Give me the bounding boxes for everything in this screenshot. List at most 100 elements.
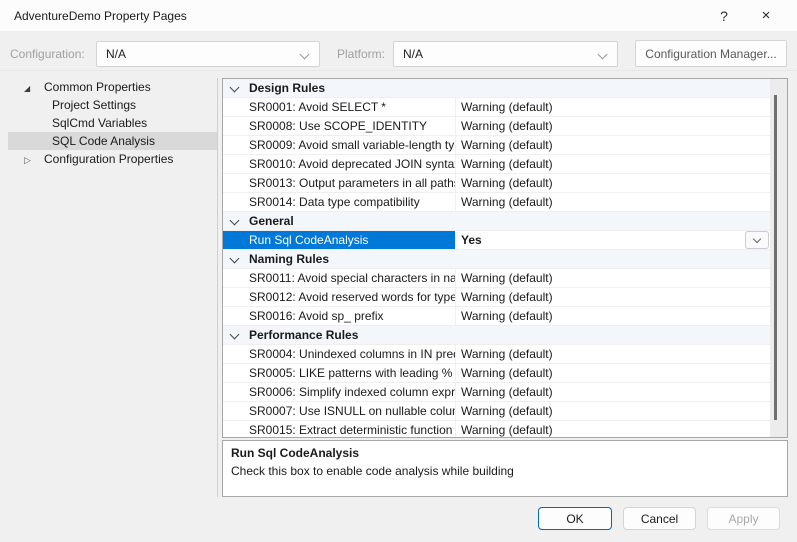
platform-dropdown[interactable]: N/A [393,41,618,67]
setting-value[interactable]: Warning (default) [456,421,770,438]
setting-value[interactable]: Warning (default) [456,307,770,325]
category-label: General [249,214,294,228]
grid-row: SR0011: Avoid special characters in nam W… [223,269,770,288]
setting-value[interactable]: Warning (default) [456,117,770,135]
setting-name[interactable]: SR0013: Output parameters in all paths [223,174,456,192]
setting-name-label: SR0012: Avoid reserved words for type n [249,290,456,304]
chevron-down-icon [753,235,761,243]
titlebar[interactable]: AdventureDemo Property Pages ? × [0,0,797,31]
configuration-value: N/A [106,47,126,61]
setting-value-label: Warning (default) [461,423,553,437]
setting-value-label: Warning (default) [461,366,553,380]
setting-name[interactable]: SR0008: Use SCOPE_IDENTITY [223,117,456,135]
value-dropdown-button[interactable] [745,231,769,249]
grid-row: SR0004: Unindexed columns in IN predicWa… [223,345,770,364]
setting-value-label: Warning (default) [461,404,553,418]
setting-value-label: Warning (default) [461,157,553,171]
grid-row: SR0006: Simplify indexed column expresWa… [223,383,770,402]
setting-name[interactable]: SR0004: Unindexed columns in IN predic [223,345,456,363]
chevron-down-icon [230,82,240,92]
setting-value-label: Warning (default) [461,138,553,152]
setting-value[interactable]: Warning (default) [456,155,770,173]
tree-item-label: Configuration Properties [44,152,173,166]
setting-name[interactable]: SR0005: LIKE patterns with leading % [223,364,456,382]
setting-value[interactable]: Warning (default) [456,288,770,306]
description-panel: Run Sql CodeAnalysis Check this box to e… [222,440,788,497]
setting-value[interactable]: Warning (default) [456,193,770,211]
grid-rows: Design RulesSR0001: Avoid SELECT *Warnin… [223,79,770,438]
category-row-naming-rules[interactable]: Naming Rules [223,250,770,269]
setting-name-label: SR0004: Unindexed columns in IN predic [249,347,456,361]
setting-name-label: SR0014: Data type compatibility [249,195,420,209]
setting-name[interactable]: SR0012: Avoid reserved words for type n [223,288,456,306]
vertical-scrollbar[interactable] [770,79,787,437]
setting-name[interactable]: SR0014: Data type compatibility [223,193,456,211]
close-icon[interactable]: × [750,0,782,31]
grid-row: SR0013: Output parameters in all paths Wa… [223,174,770,193]
setting-name[interactable]: SR0009: Avoid small variable-length typ [223,136,456,154]
setting-value[interactable]: Warning (default) [456,98,770,116]
grid-row: SR0005: LIKE patterns with leading % Warn… [223,364,770,383]
setting-value[interactable]: Warning (default) [456,136,770,154]
setting-value-label: Yes [461,233,482,247]
grid-row: SR0009: Avoid small variable-length typ W… [223,136,770,155]
tree-item-common-properties[interactable]: Common Properties [8,78,217,96]
setting-name[interactable]: SR0011: Avoid special characters in nam [223,269,456,287]
tree-expanded-icon[interactable] [24,81,38,93]
setting-value-label: Warning (default) [461,176,553,190]
category-row-general[interactable]: General [223,212,770,231]
setting-value-label: Warning (default) [461,290,553,304]
setting-name[interactable]: SR0010: Avoid deprecated JOIN syntax [223,155,456,173]
setting-name-label: SR0016: Avoid sp_ prefix [249,309,384,323]
setting-value-label: Warning (default) [461,119,553,133]
grid-row: SR0016: Avoid sp_ prefix Warning (default… [223,307,770,326]
setting-name-label: SR0009: Avoid small variable-length typ [249,138,456,152]
help-icon[interactable]: ? [708,0,740,31]
setting-value[interactable]: Warning (default) [456,383,770,401]
ok-button[interactable]: OK [538,507,612,530]
tree-item-sqlcmd-variables[interactable]: SqlCmd Variables [8,114,217,132]
tree-item-label: Common Properties [44,80,151,94]
category-label: Design Rules [249,81,325,95]
setting-name[interactable]: SR0016: Avoid sp_ prefix [223,307,456,325]
apply-button[interactable]: Apply [707,507,780,530]
setting-value[interactable]: Yes [456,231,770,249]
setting-name-label: SR0007: Use ISNULL on nullable column [249,404,456,418]
tree-item-label: Project Settings [52,98,136,112]
setting-name-label: SR0011: Avoid special characters in nam [249,271,456,285]
properties-tree: Common Properties Project Settings SqlCmd … [8,78,218,497]
setting-value[interactable]: Warning (default) [456,269,770,287]
tree-item-project-settings[interactable]: Project Settings [8,96,217,114]
description-text: Check this box to enable code analysis w… [231,464,779,478]
tree-item-configuration-properties[interactable]: Configuration Properties [8,150,217,168]
setting-name[interactable]: SR0015: Extract deterministic function c… [223,421,456,438]
category-label: Performance Rules [249,328,358,342]
configuration-manager-button[interactable]: Configuration Manager... [635,40,787,67]
scrollbar-thumb[interactable] [774,95,777,420]
tree-collapsed-icon[interactable] [24,153,38,165]
category-row-design-rules[interactable]: Design Rules [223,79,770,98]
chevron-down-icon [230,215,240,225]
setting-name-label: SR0010: Avoid deprecated JOIN syntax [249,157,456,171]
setting-name[interactable]: Run Sql CodeAnalysis [223,231,456,249]
configuration-dropdown[interactable]: N/A [96,41,320,67]
setting-name-label: SR0008: Use SCOPE_IDENTITY [249,119,427,133]
tree-item-sql-code-analysis[interactable]: SQL Code Analysis [8,132,217,150]
chevron-down-icon [300,50,310,60]
setting-value[interactable]: Warning (default) [456,364,770,382]
platform-label: Platform: [337,47,385,61]
cancel-button[interactable]: Cancel [623,507,696,530]
setting-name[interactable]: SR0001: Avoid SELECT * [223,98,456,116]
setting-name[interactable]: SR0007: Use ISNULL on nullable column [223,402,456,420]
setting-value[interactable]: Warning (default) [456,174,770,192]
tree-item-label: SQL Code Analysis [52,134,155,148]
setting-name[interactable]: SR0006: Simplify indexed column expres [223,383,456,401]
category-row-performance-rules[interactable]: Performance Rules [223,326,770,345]
grid-row: SR0012: Avoid reserved words for type n W… [223,288,770,307]
tree-item-label: SqlCmd Variables [52,116,147,130]
setting-value-label: Warning (default) [461,271,553,285]
setting-name-label: Run Sql CodeAnalysis [249,233,368,247]
setting-value[interactable]: Warning (default) [456,345,770,363]
setting-value[interactable]: Warning (default) [456,402,770,420]
category-label: Naming Rules [249,252,329,266]
